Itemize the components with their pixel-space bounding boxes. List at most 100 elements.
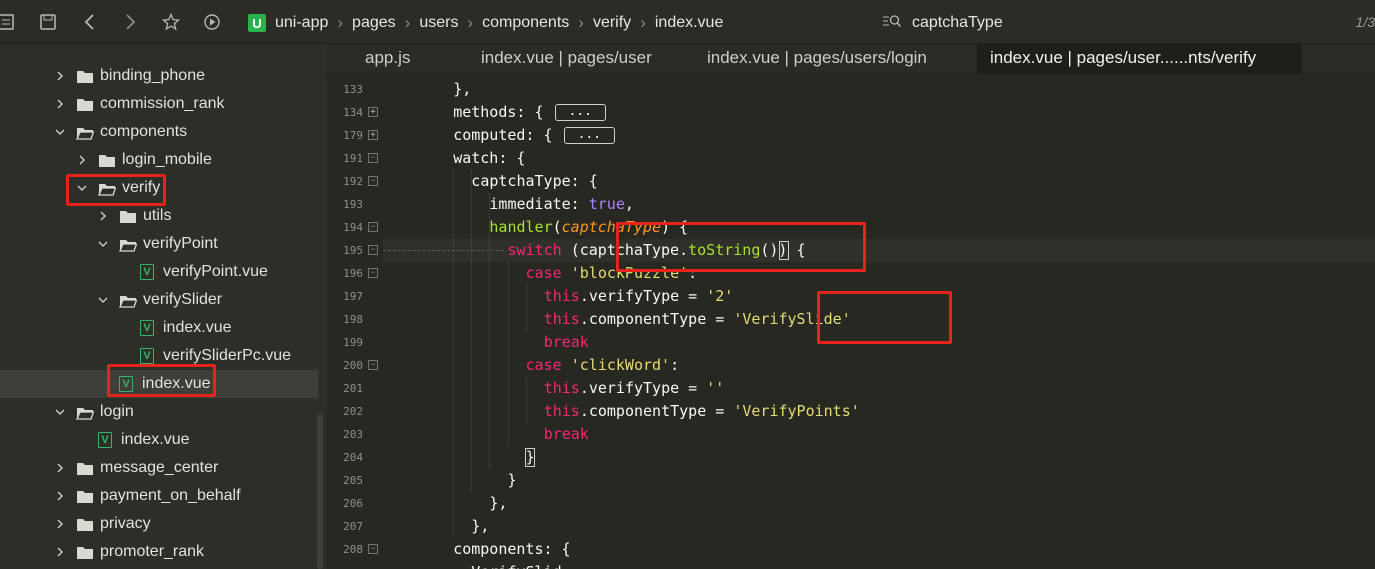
line-number: 194 — [343, 221, 363, 234]
fold-collapse-icon[interactable]: − — [368, 222, 378, 232]
tree-folder[interactable]: privacy — [0, 510, 318, 538]
code-line: this.verifyType = '' — [544, 377, 725, 400]
code-line: this.componentType = 'VerifySlide' — [544, 308, 851, 331]
tree-folder[interactable]: message_center — [0, 454, 318, 482]
tab-app-js[interactable]: app.js — [365, 44, 475, 74]
line-number: 192 — [343, 175, 363, 188]
code-token: this — [543, 402, 580, 420]
tree-item-label: message_center — [100, 459, 219, 476]
tree-folder[interactable]: promoter_rank — [0, 538, 318, 566]
tree-item-label: verifySlider — [143, 291, 223, 308]
tree-item-label: components — [100, 123, 188, 140]
line-number: 201 — [343, 382, 363, 395]
chevron-down-icon[interactable] — [54, 126, 66, 138]
tree-file[interactable]: Vindex.vue — [0, 426, 318, 454]
tab-user-index[interactable]: index.vue | pages/user — [481, 44, 691, 74]
line-number: 202 — [343, 405, 363, 418]
tree-folder[interactable]: components — [0, 118, 318, 146]
folded-code-button[interactable]: ... — [554, 104, 607, 121]
tree-file[interactable]: Vindex.vue — [0, 314, 318, 342]
fold-expand-icon[interactable]: + — [368, 107, 378, 117]
tree-folder[interactable]: login_mobile — [0, 146, 318, 174]
code-token: .verifyType = — [579, 287, 707, 305]
star-icon[interactable] — [159, 10, 183, 34]
chevron-right-icon[interactable] — [54, 462, 66, 474]
chevron-down-icon[interactable] — [97, 294, 109, 306]
breadcrumb-item[interactable]: verify — [593, 14, 631, 32]
chevron-right-icon[interactable] — [76, 154, 88, 166]
code-line: components: { — [453, 538, 570, 561]
tree-folder[interactable]: verifySlider — [0, 286, 318, 314]
tree-item-label: verifyPoint.vue — [163, 263, 268, 280]
back-icon[interactable] — [78, 10, 102, 34]
folder-icon — [98, 151, 116, 169]
code-token: this — [543, 287, 580, 305]
line-number: 198 — [343, 313, 363, 326]
forward-icon[interactable] — [118, 10, 142, 34]
breadcrumb: U uni-app › pages › users › components › ver… — [242, 8, 872, 38]
breadcrumb-item[interactable]: users — [419, 14, 458, 32]
chevron-right-icon[interactable] — [54, 98, 66, 110]
chevron-down-icon[interactable] — [97, 238, 109, 250]
tree-folder[interactable]: login — [0, 398, 318, 426]
tab-login-index[interactable]: index.vue | pages/users/login — [707, 44, 977, 74]
save-icon[interactable] — [36, 10, 60, 34]
code-token: true — [588, 195, 625, 213]
search-field[interactable]: captchaType — [882, 8, 1342, 38]
sidebar-scrollbar[interactable] — [317, 414, 323, 569]
chevron-right-icon[interactable] — [54, 70, 66, 82]
code-line: }, — [453, 78, 471, 101]
indent-guide — [507, 262, 509, 446]
fold-collapse-icon[interactable]: − — [368, 544, 378, 554]
code-line: watch: { — [453, 147, 525, 170]
tree-folder[interactable]: utils — [0, 202, 318, 230]
fold-expand-icon[interactable]: + — [368, 130, 378, 140]
chevron-right-icon[interactable] — [54, 490, 66, 502]
code-token: handler — [489, 218, 553, 236]
line-number: 205 — [343, 474, 363, 487]
tree-folder[interactable]: binding_phone — [0, 62, 318, 90]
top-toolbar: U uni-app › pages › users › components › ver… — [0, 0, 1375, 44]
tree-item-label: privacy — [100, 515, 151, 532]
fold-collapse-icon[interactable]: − — [368, 245, 378, 255]
fold-collapse-icon[interactable]: − — [368, 153, 378, 163]
code-token: : — [670, 356, 680, 374]
chevron-right-icon[interactable] — [97, 210, 109, 222]
folded-code-button[interactable]: ... — [563, 127, 616, 144]
fold-collapse-icon[interactable]: − — [368, 176, 378, 186]
breadcrumb-item[interactable]: index.vue — [655, 14, 724, 32]
line-number: 206 — [343, 497, 363, 510]
tree-folder[interactable]: verifyPoint — [0, 230, 318, 258]
tree-file[interactable]: VverifyPoint.vue — [0, 258, 318, 286]
code-line: break — [544, 331, 589, 354]
vue-file-icon: V — [140, 320, 154, 336]
chevron-right-icon[interactable] — [54, 546, 66, 558]
code-token: }, — [471, 517, 490, 535]
line-number: 199 — [343, 336, 363, 349]
code-token: computed: { — [453, 126, 562, 144]
line-number: 207 — [343, 520, 363, 533]
annotation-switch — [616, 222, 866, 272]
chevron-right-icon[interactable] — [54, 518, 66, 530]
tree-item-label: login — [100, 403, 134, 420]
breadcrumb-item[interactable]: pages — [352, 14, 396, 32]
tree-folder[interactable]: payment_on_behalf — [0, 482, 318, 510]
tab-bar: app.js index.vue | pages/user index.vue … — [327, 44, 1375, 74]
tree-folder[interactable]: commission_rank — [0, 90, 318, 118]
code-token: }, — [453, 80, 472, 98]
outline-icon[interactable] — [0, 10, 18, 34]
fold-collapse-icon[interactable]: − — [368, 268, 378, 278]
chevron-down-icon[interactable] — [54, 406, 66, 418]
tab-verify-index[interactable]: index.vue | pages/user......nts/verify — [977, 44, 1302, 74]
code-token: this — [543, 310, 580, 328]
code-line: computed: { ... — [453, 124, 616, 147]
tree-item-label: index.vue — [163, 319, 232, 336]
tree-item-label: login_mobile — [122, 151, 212, 168]
breadcrumb-item[interactable]: uni-app — [275, 14, 328, 32]
fold-collapse-icon[interactable]: − — [368, 360, 378, 370]
code-token: watch: { — [453, 149, 526, 167]
folder-icon — [76, 403, 94, 421]
breadcrumb-item[interactable]: components — [482, 14, 569, 32]
run-icon[interactable] — [200, 10, 224, 34]
